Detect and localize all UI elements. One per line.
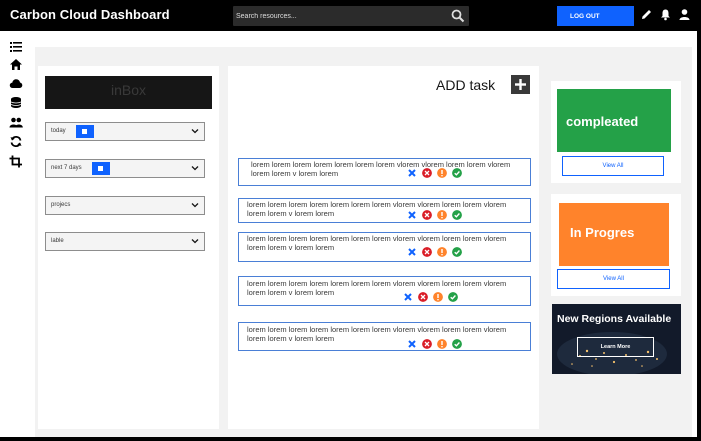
regions-title: New Regions Available: [557, 313, 672, 325]
completed-card: compleated View All: [551, 81, 681, 183]
close-icon[interactable]: [407, 210, 417, 220]
error-icon[interactable]: [422, 168, 432, 178]
task-item[interactable]: lorem lorem lorem lorem lorem lorem lore…: [238, 158, 531, 186]
error-icon[interactable]: [422, 210, 432, 220]
completed-tile[interactable]: compleated: [557, 89, 671, 152]
search-icon[interactable]: [451, 9, 465, 23]
task-text: lorem lorem lorem lorem lorem lorem lore…: [251, 160, 511, 178]
learn-more-button[interactable]: Learn More: [577, 337, 654, 357]
users-icon[interactable]: [9, 116, 23, 129]
notification-icon[interactable]: [659, 8, 672, 21]
error-icon[interactable]: [422, 247, 432, 257]
warning-icon[interactable]: [437, 168, 447, 178]
filter-label: today: [51, 128, 66, 134]
checkmark-icon[interactable]: [448, 292, 458, 302]
add-task-title: ADD task: [436, 77, 496, 93]
warning-icon[interactable]: [437, 247, 447, 257]
task-text: lorem lorem lorem lorem lorem lorem lore…: [247, 279, 507, 297]
warning-icon[interactable]: [433, 292, 443, 302]
task-item[interactable]: lorem lorem lorem lorem lorem lorem lore…: [238, 232, 531, 262]
filter-projects-select[interactable]: projecs: [45, 196, 205, 215]
app-title: Carbon Cloud Dashboard: [10, 7, 170, 22]
task-panel: ADD task lorem lorem lorem lorem lorem l…: [228, 66, 539, 429]
new-regions-banner: New Regions Available Learn More: [552, 304, 681, 374]
close-icon[interactable]: [407, 339, 417, 349]
filter-next7days-select[interactable]: next 7 days: [45, 159, 205, 178]
close-icon[interactable]: [407, 168, 417, 178]
task-item[interactable]: lorem lorem lorem lorem lorem lorem lore…: [238, 322, 531, 351]
search-bar: [233, 6, 469, 26]
close-icon[interactable]: [407, 247, 417, 257]
in-progress-tile[interactable]: In Progres: [559, 203, 669, 266]
checkmark-icon[interactable]: [452, 210, 462, 220]
task-text: lorem lorem lorem lorem lorem lorem lore…: [247, 325, 507, 343]
cloud-icon[interactable]: [9, 77, 23, 90]
checkmark-icon[interactable]: [452, 339, 462, 349]
left-panel: inBox today next 7 days projecs lable: [38, 66, 219, 429]
checkmark-icon[interactable]: [452, 168, 462, 178]
checkmark-icon[interactable]: [452, 247, 462, 257]
add-task-button[interactable]: [511, 75, 530, 94]
in-progress-label: In Progres: [570, 225, 635, 240]
error-icon[interactable]: [418, 292, 428, 302]
task-text: lorem lorem lorem lorem lorem lorem lore…: [247, 200, 507, 218]
chevron-down-icon: [191, 239, 199, 244]
calendar-icon[interactable]: [76, 125, 94, 138]
warning-icon[interactable]: [437, 339, 447, 349]
user-icon[interactable]: [678, 8, 691, 21]
logout-button[interactable]: LOG OUT: [557, 6, 634, 26]
filter-label: projecs: [51, 202, 71, 208]
home-icon[interactable]: [9, 58, 23, 71]
filter-label-select[interactable]: lable: [45, 232, 205, 251]
chevron-down-icon: [191, 166, 199, 171]
plus-icon: [515, 79, 526, 90]
filter-today-select[interactable]: today: [45, 122, 205, 141]
content-area: inBox today next 7 days projecs lable AD…: [0, 31, 697, 437]
app-window: Carbon Cloud Dashboard LOG OUT: [0, 0, 701, 441]
task-item[interactable]: lorem lorem lorem lorem lorem lorem lore…: [238, 198, 531, 223]
crop-icon[interactable]: [9, 155, 23, 168]
warning-icon[interactable]: [437, 210, 447, 220]
database-icon[interactable]: [9, 96, 23, 109]
completed-label: compleated: [566, 114, 639, 129]
main-area: inBox today next 7 days projecs lable AD…: [35, 47, 692, 437]
chevron-down-icon: [191, 203, 199, 208]
task-item[interactable]: lorem lorem lorem lorem lorem lorem lore…: [238, 276, 531, 306]
filter-label: next 7 days: [51, 165, 82, 171]
view-all-progress-button[interactable]: View All: [557, 269, 670, 289]
inbox-header[interactable]: inBox: [45, 76, 212, 109]
chevron-down-icon: [191, 129, 199, 134]
edit-icon[interactable]: [640, 8, 653, 21]
search-input[interactable]: [236, 8, 436, 24]
view-all-completed-button[interactable]: View All: [562, 156, 664, 176]
list-icon[interactable]: [9, 40, 23, 53]
in-progress-card: In Progres View All: [551, 194, 681, 296]
error-icon[interactable]: [422, 339, 432, 349]
calendar-icon[interactable]: [92, 162, 110, 175]
right-panel: compleated View All In Progres View All: [551, 66, 683, 429]
refresh-icon[interactable]: [9, 135, 23, 148]
task-text: lorem lorem lorem lorem lorem lorem lore…: [247, 234, 507, 252]
filter-label: lable: [51, 238, 64, 244]
close-icon[interactable]: [403, 292, 413, 302]
